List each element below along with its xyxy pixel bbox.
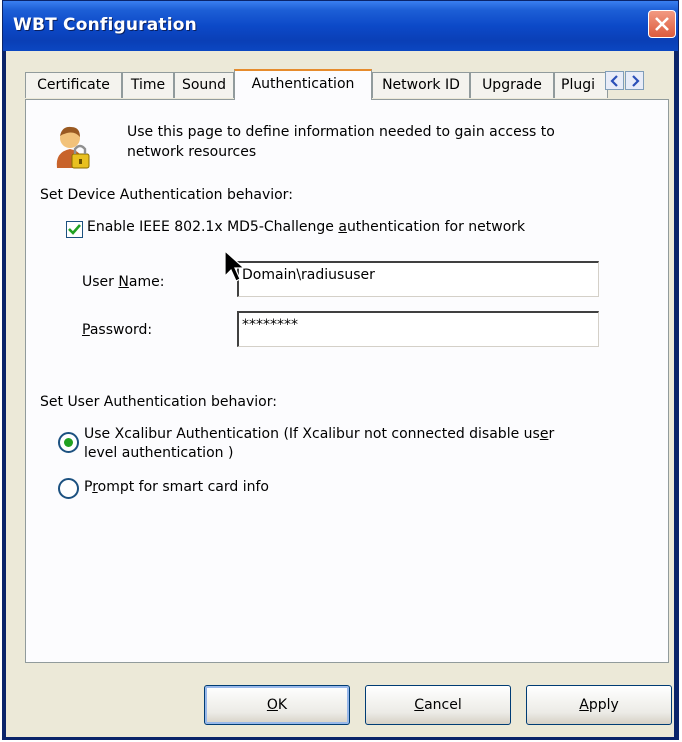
tab-authentication[interactable]: Authentication bbox=[234, 69, 372, 100]
tab-network-id[interactable]: Network ID bbox=[372, 72, 470, 98]
user-lock-icon bbox=[56, 126, 90, 169]
title-bar[interactable]: WBT Configuration bbox=[3, 1, 678, 51]
username-label: User Name: bbox=[82, 274, 165, 290]
header-description-line2: network resources bbox=[127, 144, 257, 160]
tab-scroll-right-button[interactable] bbox=[625, 71, 644, 90]
password-label: Password: bbox=[82, 322, 153, 338]
tab-sound[interactable]: Sound bbox=[174, 72, 234, 98]
user-auth-section-label: Set User Authentication behavior: bbox=[40, 394, 277, 410]
device-auth-section-label: Set Device Authentication behavior: bbox=[40, 187, 293, 203]
enable-8021x-checkbox[interactable] bbox=[66, 221, 83, 238]
header-description-line1: Use this page to define information need… bbox=[127, 124, 555, 140]
checkmark-icon bbox=[68, 224, 81, 235]
enable-8021x-label[interactable]: Enable IEEE 802.1x MD5-Challenge authent… bbox=[87, 219, 525, 235]
xcalibur-auth-radio[interactable] bbox=[58, 432, 79, 453]
tab-time[interactable]: Time bbox=[122, 72, 174, 98]
close-button[interactable] bbox=[648, 10, 676, 38]
smart-card-label[interactable]: Prompt for smart card info bbox=[84, 479, 269, 495]
xcalibur-auth-label-line2[interactable]: level authentication ) bbox=[84, 445, 233, 461]
username-input[interactable]: Domain\radiususer bbox=[237, 261, 599, 297]
ok-button[interactable]: OK bbox=[204, 685, 350, 725]
password-input[interactable]: ******** bbox=[237, 311, 599, 347]
mouse-cursor-icon bbox=[224, 250, 246, 282]
authentication-tab-panel: Use this page to define information need… bbox=[25, 99, 669, 663]
close-icon bbox=[655, 17, 669, 31]
tab-certificate[interactable]: Certificate bbox=[25, 72, 122, 98]
xcalibur-auth-label-line1[interactable]: Use Xcalibur Authentication (If Xcalibur… bbox=[84, 426, 554, 442]
wbt-configuration-window: WBT Configuration Certificate Time Sound… bbox=[2, 0, 679, 740]
apply-button[interactable]: Apply bbox=[526, 685, 672, 725]
chevron-right-icon bbox=[632, 75, 640, 87]
window-title: WBT Configuration bbox=[13, 15, 197, 35]
radio-selected-dot bbox=[64, 438, 73, 447]
dialog-client-area: Certificate Time Sound Authentication Ne… bbox=[6, 51, 674, 737]
chevron-left-icon bbox=[610, 75, 618, 87]
smart-card-radio[interactable] bbox=[58, 478, 79, 499]
tab-plugins[interactable]: Plugi bbox=[554, 72, 608, 98]
tab-scroll-left-button[interactable] bbox=[605, 71, 624, 90]
cancel-button[interactable]: Cancel bbox=[365, 685, 511, 725]
tab-strip: Certificate Time Sound Authentication Ne… bbox=[25, 69, 673, 101]
tab-upgrade[interactable]: Upgrade bbox=[470, 72, 554, 98]
